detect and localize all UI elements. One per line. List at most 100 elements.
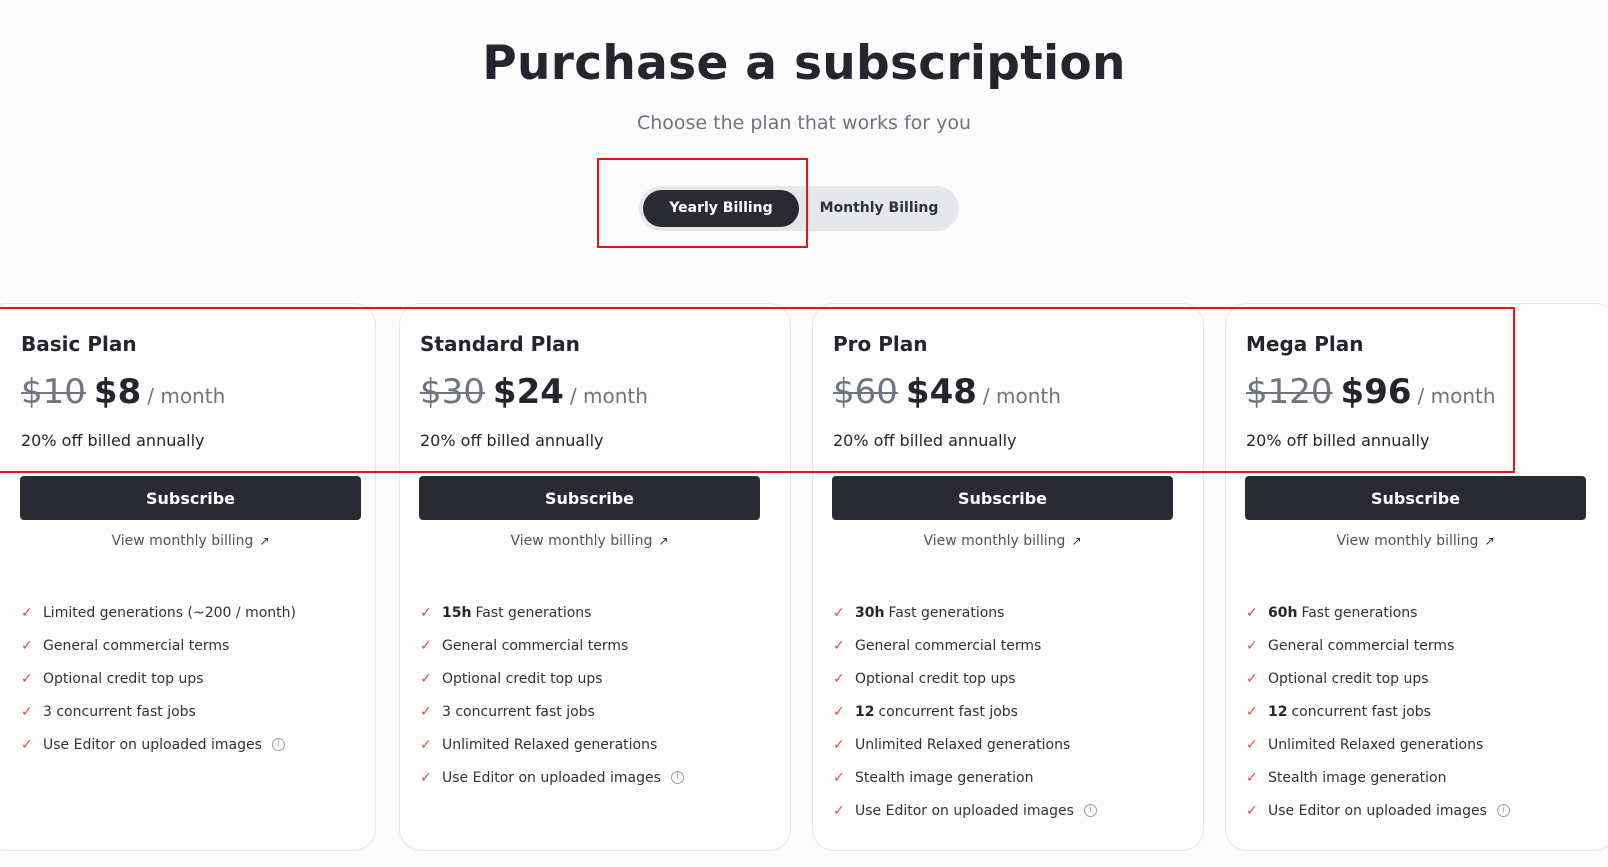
old-price: $60 xyxy=(833,372,898,412)
feature-text: Unlimited Relaxed generations xyxy=(442,736,658,753)
feature-list: ✓ 60h Fast generations ✓ General commercial … xyxy=(1246,596,1510,827)
subscribe-button[interactable]: Subscribe xyxy=(419,476,760,520)
check-icon: ✓ xyxy=(833,670,845,687)
check-icon: ✓ xyxy=(1246,703,1258,720)
billing-toggle: Yearly Billing Monthly Billing xyxy=(639,186,959,231)
feature-text: Fast generations xyxy=(888,604,1005,621)
feature-item: ✓ Stealth image generation xyxy=(1246,761,1510,794)
feature-text: concurrent fast jobs xyxy=(878,703,1018,720)
feature-text: Optional credit top ups xyxy=(442,670,603,687)
subscribe-button[interactable]: Subscribe xyxy=(1245,476,1586,520)
feature-item: ✓ Use Editor on uploaded images i xyxy=(1246,794,1510,827)
feature-item: ✓ 3 concurrent fast jobs xyxy=(21,695,296,728)
feature-item: ✓ Limited generations (~200 / month) xyxy=(21,596,296,629)
monthly-billing-button[interactable]: Monthly Billing xyxy=(801,190,957,227)
arrow-up-right-icon: ↗ xyxy=(1071,534,1082,548)
feature-text: 3 concurrent fast jobs xyxy=(43,703,196,720)
check-icon: ✓ xyxy=(833,769,845,786)
feature-text: Optional credit top ups xyxy=(43,670,204,687)
feature-item: ✓ 60h Fast generations xyxy=(1246,596,1510,629)
view-monthly-billing-label: View monthly billing xyxy=(111,533,254,549)
feature-text: Limited generations (~200 / month) xyxy=(43,604,296,621)
feature-highlight: 30h xyxy=(855,604,885,621)
check-icon: ✓ xyxy=(420,736,432,753)
feature-text: Optional credit top ups xyxy=(1268,670,1429,687)
price-row: $10 $8/ month xyxy=(21,372,225,412)
feature-highlight: 15h xyxy=(442,604,472,621)
feature-item: ✓ Optional credit top ups xyxy=(420,662,684,695)
view-monthly-billing-link[interactable]: View monthly billing ↗ xyxy=(20,533,361,549)
feature-text: General commercial terms xyxy=(442,637,629,654)
check-icon: ✓ xyxy=(21,670,33,687)
feature-text: Unlimited Relaxed generations xyxy=(855,736,1071,753)
feature-item: ✓ Optional credit top ups xyxy=(833,662,1097,695)
discount-note: 20% off billed annually xyxy=(1246,431,1430,450)
subscribe-button[interactable]: Subscribe xyxy=(20,476,361,520)
view-monthly-billing-label: View monthly billing xyxy=(1336,533,1479,549)
feature-list: ✓ Limited generations (~200 / month) ✓ Gene… xyxy=(21,596,296,761)
price-period: / month xyxy=(982,384,1061,408)
feature-text: Use Editor on uploaded images xyxy=(442,769,661,786)
discount-note: 20% off billed annually xyxy=(833,431,1017,450)
check-icon: ✓ xyxy=(21,703,33,720)
check-icon: ✓ xyxy=(21,637,33,654)
view-monthly-billing-link[interactable]: View monthly billing ↗ xyxy=(419,533,760,549)
feature-item: ✓ General commercial terms xyxy=(833,629,1097,662)
check-icon: ✓ xyxy=(1246,637,1258,654)
feature-item: ✓ Use Editor on uploaded images i xyxy=(833,794,1097,827)
info-icon[interactable]: i xyxy=(1496,804,1510,817)
check-icon: ✓ xyxy=(833,637,845,654)
view-monthly-billing-link[interactable]: View monthly billing ↗ xyxy=(1245,533,1586,549)
feature-text: Fast generations xyxy=(475,604,592,621)
info-icon[interactable]: i xyxy=(1083,804,1097,817)
feature-highlight: 12 xyxy=(1268,703,1288,720)
check-icon: ✓ xyxy=(420,637,432,654)
check-icon: ✓ xyxy=(1246,802,1258,819)
feature-text: General commercial terms xyxy=(855,637,1042,654)
page-subtitle: Choose the plan that works for you xyxy=(636,112,972,134)
view-monthly-billing-label: View monthly billing xyxy=(510,533,653,549)
yearly-billing-button[interactable]: Yearly Billing xyxy=(643,190,799,227)
feature-item: ✓ General commercial terms xyxy=(420,629,684,662)
feature-item: ✓ 12 concurrent fast jobs xyxy=(1246,695,1510,728)
feature-text: Use Editor on uploaded images xyxy=(855,802,1074,819)
check-icon: ✓ xyxy=(1246,736,1258,753)
feature-item: ✓ 15h Fast generations xyxy=(420,596,684,629)
feature-text: General commercial terms xyxy=(1268,637,1455,654)
arrow-up-right-icon: ↗ xyxy=(1484,534,1495,548)
feature-item: ✓ Unlimited Relaxed generations xyxy=(833,728,1097,761)
plan-name: Mega Plan xyxy=(1246,332,1364,356)
plan-card-standard-plan: Standard Plan $30 $24/ month 20% off bill… xyxy=(399,303,791,851)
plan-name: Standard Plan xyxy=(420,332,580,356)
old-price: $120 xyxy=(1246,372,1333,412)
info-icon[interactable]: i xyxy=(670,771,684,784)
feature-item: ✓ 30h Fast generations xyxy=(833,596,1097,629)
feature-item: ✓ 3 concurrent fast jobs xyxy=(420,695,684,728)
discounted-price: $48 xyxy=(905,372,977,412)
subscribe-button[interactable]: Subscribe xyxy=(832,476,1173,520)
feature-list: ✓ 30h Fast generations ✓ General commercial … xyxy=(833,596,1097,827)
view-monthly-billing-link[interactable]: View monthly billing ↗ xyxy=(832,533,1173,549)
feature-text: Stealth image generation xyxy=(855,769,1034,786)
check-icon: ✓ xyxy=(21,604,33,621)
page-title: Purchase a subscription xyxy=(482,36,1126,91)
view-monthly-billing-label: View monthly billing xyxy=(923,533,1066,549)
arrow-up-right-icon: ↗ xyxy=(658,534,669,548)
feature-text: Use Editor on uploaded images xyxy=(1268,802,1487,819)
feature-item: ✓ Use Editor on uploaded images i xyxy=(420,761,684,794)
price-period: / month xyxy=(1417,384,1496,408)
check-icon: ✓ xyxy=(1246,604,1258,621)
feature-text: Stealth image generation xyxy=(1268,769,1447,786)
feature-item: ✓ Stealth image generation xyxy=(833,761,1097,794)
plan-card-pro-plan: Pro Plan $60 $48/ month 20% off billed an… xyxy=(812,303,1204,851)
discounted-price: $8 xyxy=(93,372,142,412)
feature-text: Use Editor on uploaded images xyxy=(43,736,262,753)
check-icon: ✓ xyxy=(1246,769,1258,786)
feature-item: ✓ Use Editor on uploaded images i xyxy=(21,728,296,761)
info-icon[interactable]: i xyxy=(271,738,285,751)
feature-item: ✓ 12 concurrent fast jobs xyxy=(833,695,1097,728)
feature-text: concurrent fast jobs xyxy=(1291,703,1431,720)
price-period: / month xyxy=(147,384,226,408)
check-icon: ✓ xyxy=(420,769,432,786)
old-price: $10 xyxy=(21,372,86,412)
